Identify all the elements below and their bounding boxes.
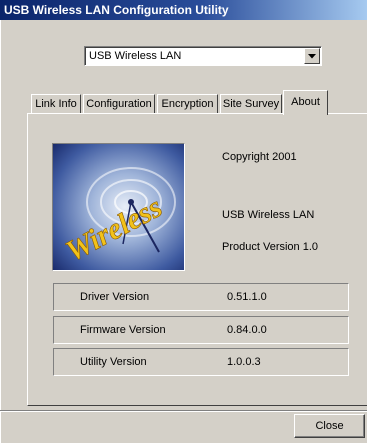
tab-site-survey[interactable]: Site Survey [220, 94, 282, 114]
tab-label: Site Survey [222, 98, 280, 110]
window-title-bar: USB Wireless LAN Configuration Utility [0, 0, 367, 20]
window-frame-edge [0, 20, 2, 443]
tab-label: Link Info [35, 98, 77, 110]
adapter-select[interactable]: USB Wireless LAN [84, 46, 322, 66]
footer-divider [0, 410, 367, 412]
adapter-select-value: USB Wireless LAN [89, 50, 182, 62]
chevron-down-icon [308, 53, 316, 58]
close-button[interactable]: Close [294, 414, 365, 438]
window-title: USB Wireless LAN Configuration Utility [4, 3, 229, 17]
tab-link-info[interactable]: Link Info [31, 94, 81, 114]
tab-about[interactable]: About [283, 90, 328, 115]
tab-label: About [291, 96, 320, 108]
dropdown-arrow-button[interactable] [304, 48, 320, 64]
about-tab-panel [27, 113, 367, 406]
tab-label: Configuration [86, 98, 152, 110]
close-button-label: Close [315, 420, 344, 432]
tab-configuration[interactable]: Configuration [83, 94, 155, 114]
tab-encryption[interactable]: Encryption [157, 94, 218, 114]
tab-label: Encryption [161, 98, 214, 110]
